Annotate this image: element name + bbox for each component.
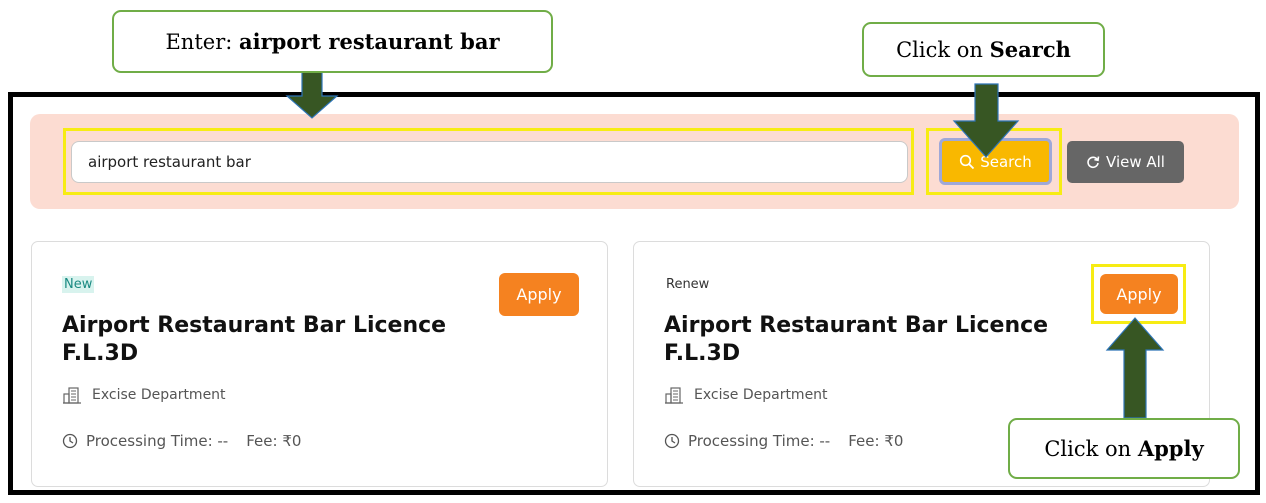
enter-callout-bold: airport restaurant bar	[238, 29, 500, 54]
search-callout: Click on Search	[862, 22, 1105, 77]
apply-callout-bold: Apply	[1137, 436, 1204, 461]
arrow-down-icon	[285, 69, 339, 119]
search-callout-prefix: Click on	[896, 37, 990, 62]
arrow-down-icon	[952, 83, 1020, 158]
apply-callout: Click on Apply	[1008, 418, 1240, 479]
enter-callout-prefix: Enter:	[165, 29, 239, 54]
apply-callout-prefix: Click on	[1044, 436, 1138, 461]
search-callout-bold: Search	[989, 37, 1071, 62]
arrow-up-icon	[1105, 317, 1165, 419]
enter-callout: Enter: airport restaurant bar	[112, 10, 553, 73]
